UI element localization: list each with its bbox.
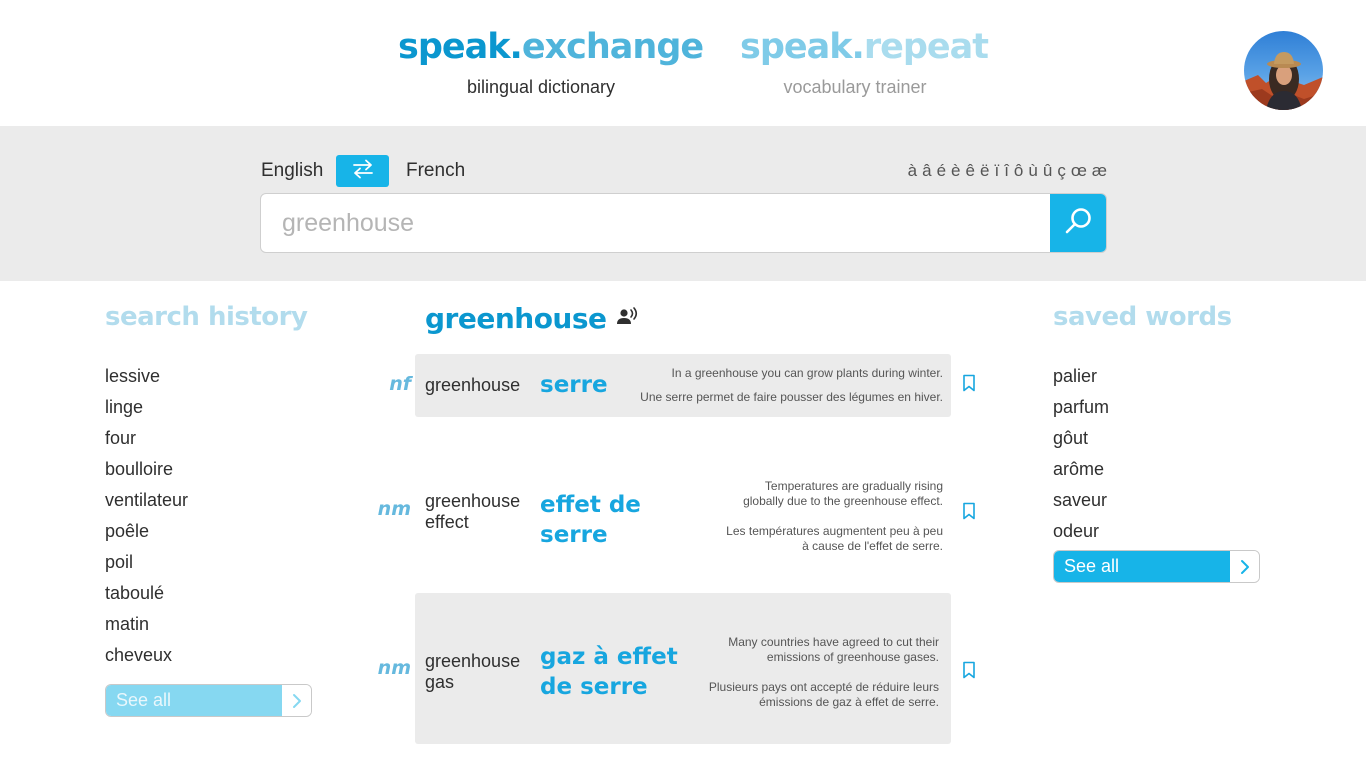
example-french: Plusieurs pays ont accepté de réduire le… — [708, 680, 939, 709]
usage-examples: Temperatures are gradually rising global… — [723, 479, 943, 554]
saved-words-list: palier parfum gôut arôme saveur odeur — [1053, 361, 1109, 547]
accent-key[interactable]: à — [908, 161, 917, 181]
accent-key[interactable]: â — [922, 161, 931, 181]
accent-keyboard: à â é è ê ë ï î ô ù û ç œ æ — [908, 161, 1107, 181]
saved-item[interactable]: gôut — [1053, 423, 1109, 454]
example-french: Les températures augmentent peu à peu à … — [726, 524, 943, 553]
target-term[interactable]: serre — [540, 370, 608, 400]
translation-entry: nm greenhouse gas gaz à effet de serre M… — [378, 593, 951, 744]
part-of-speech: nm — [377, 498, 411, 520]
brand-repeat-subtitle: vocabulary trainer — [783, 77, 927, 97]
brand-repeat-title: speak.repeat — [740, 27, 989, 67]
history-item[interactable]: lessive — [105, 361, 188, 392]
brand-speak-repeat[interactable]: speak.repeat vocabulary trainer — [740, 26, 989, 98]
example-english: Many countries have agreed to cut their … — [728, 635, 939, 664]
saved-words-title: saved words — [1053, 302, 1232, 332]
target-term[interactable]: effet de serre — [540, 490, 660, 550]
history-item[interactable]: poêle — [105, 516, 188, 547]
history-item[interactable]: taboulé — [105, 578, 188, 609]
bookmark-icon[interactable] — [961, 661, 977, 679]
target-language[interactable]: French — [406, 160, 465, 182]
history-item[interactable]: poil — [105, 547, 188, 578]
source-term: greenhouse — [425, 375, 521, 395]
history-see-all-button[interactable]: See all — [105, 684, 312, 717]
see-all-label: See all — [106, 685, 282, 716]
saved-see-all-button[interactable]: See all — [1053, 550, 1260, 583]
example-english: In a greenhouse you can grow plants duri… — [671, 366, 943, 380]
app-header: speak.exchange bilingual dictionary spea… — [0, 0, 1366, 126]
target-term[interactable]: gaz à effet de serre — [540, 642, 680, 702]
accent-key[interactable]: ê — [966, 161, 975, 181]
avatar[interactable] — [1244, 31, 1323, 110]
swap-arrows-icon — [351, 159, 375, 184]
accent-key[interactable]: ë — [980, 161, 989, 181]
usage-examples: Many countries have agreed to cut their … — [689, 635, 939, 710]
brand-speak-exchange[interactable]: speak.exchange bilingual dictionary — [398, 26, 704, 98]
bookmark-icon[interactable] — [961, 374, 977, 392]
example-french: Une serre permet de faire pousser des lé… — [640, 390, 943, 404]
source-term: greenhouse gas — [425, 651, 521, 692]
accent-key[interactable]: ï — [994, 161, 999, 181]
accent-key[interactable]: è — [951, 161, 960, 181]
history-item[interactable]: linge — [105, 392, 188, 423]
magnifier-icon — [1063, 206, 1093, 241]
usage-examples: In a greenhouse you can grow plants duri… — [613, 366, 943, 405]
accent-key[interactable]: é — [937, 161, 946, 181]
history-item[interactable]: four — [105, 423, 188, 454]
bookmark-icon[interactable] — [961, 502, 977, 520]
accent-key[interactable]: ù — [1028, 161, 1037, 181]
example-english: Temperatures are gradually rising global… — [743, 479, 943, 508]
saved-item[interactable]: odeur — [1053, 516, 1109, 547]
saved-item[interactable]: palier — [1053, 361, 1109, 392]
saved-item[interactable]: arôme — [1053, 454, 1109, 485]
search-history-list: lessive linge four boulloire ventilateur… — [105, 361, 188, 671]
swap-languages-button[interactable] — [336, 155, 389, 187]
accent-key[interactable]: û — [1043, 161, 1052, 181]
history-item[interactable]: cheveux — [105, 640, 188, 671]
accent-key[interactable]: ô — [1014, 161, 1023, 181]
part-of-speech: nf — [389, 373, 411, 395]
brand-exchange-title: speak.exchange — [398, 27, 704, 67]
part-of-speech: nm — [377, 657, 411, 679]
chevron-right-icon — [282, 685, 311, 716]
search-band: English French à â é è ê ë ï î ô ù û ç œ… — [0, 126, 1366, 281]
accent-key[interactable]: ç — [1057, 161, 1066, 181]
search-box — [260, 193, 1107, 253]
translation-entry: nf greenhouse serre In a greenhouse you … — [389, 354, 951, 417]
speaker-person-icon[interactable] — [616, 307, 639, 330]
accent-key[interactable]: î — [1004, 161, 1009, 181]
see-all-label: See all — [1054, 551, 1230, 582]
search-input[interactable] — [261, 194, 1051, 252]
source-language[interactable]: English — [261, 160, 323, 182]
history-item[interactable]: ventilateur — [105, 485, 188, 516]
saved-item[interactable]: parfum — [1053, 392, 1109, 423]
brand-exchange-subtitle: bilingual dictionary — [466, 77, 616, 97]
saved-item[interactable]: saveur — [1053, 485, 1109, 516]
source-term: greenhouse effect — [425, 491, 521, 532]
history-item[interactable]: boulloire — [105, 454, 188, 485]
translation-entry: nm greenhouse effect effet de serre Temp… — [378, 470, 951, 566]
history-item[interactable]: matin — [105, 609, 188, 640]
search-button[interactable] — [1050, 194, 1106, 252]
accent-key[interactable]: æ — [1092, 161, 1107, 181]
result-headword: greenhouse — [425, 302, 607, 335]
result-header: greenhouse — [425, 302, 639, 335]
search-history-title: search history — [105, 302, 308, 332]
accent-key[interactable]: œ — [1071, 161, 1087, 181]
chevron-right-icon — [1230, 551, 1259, 582]
